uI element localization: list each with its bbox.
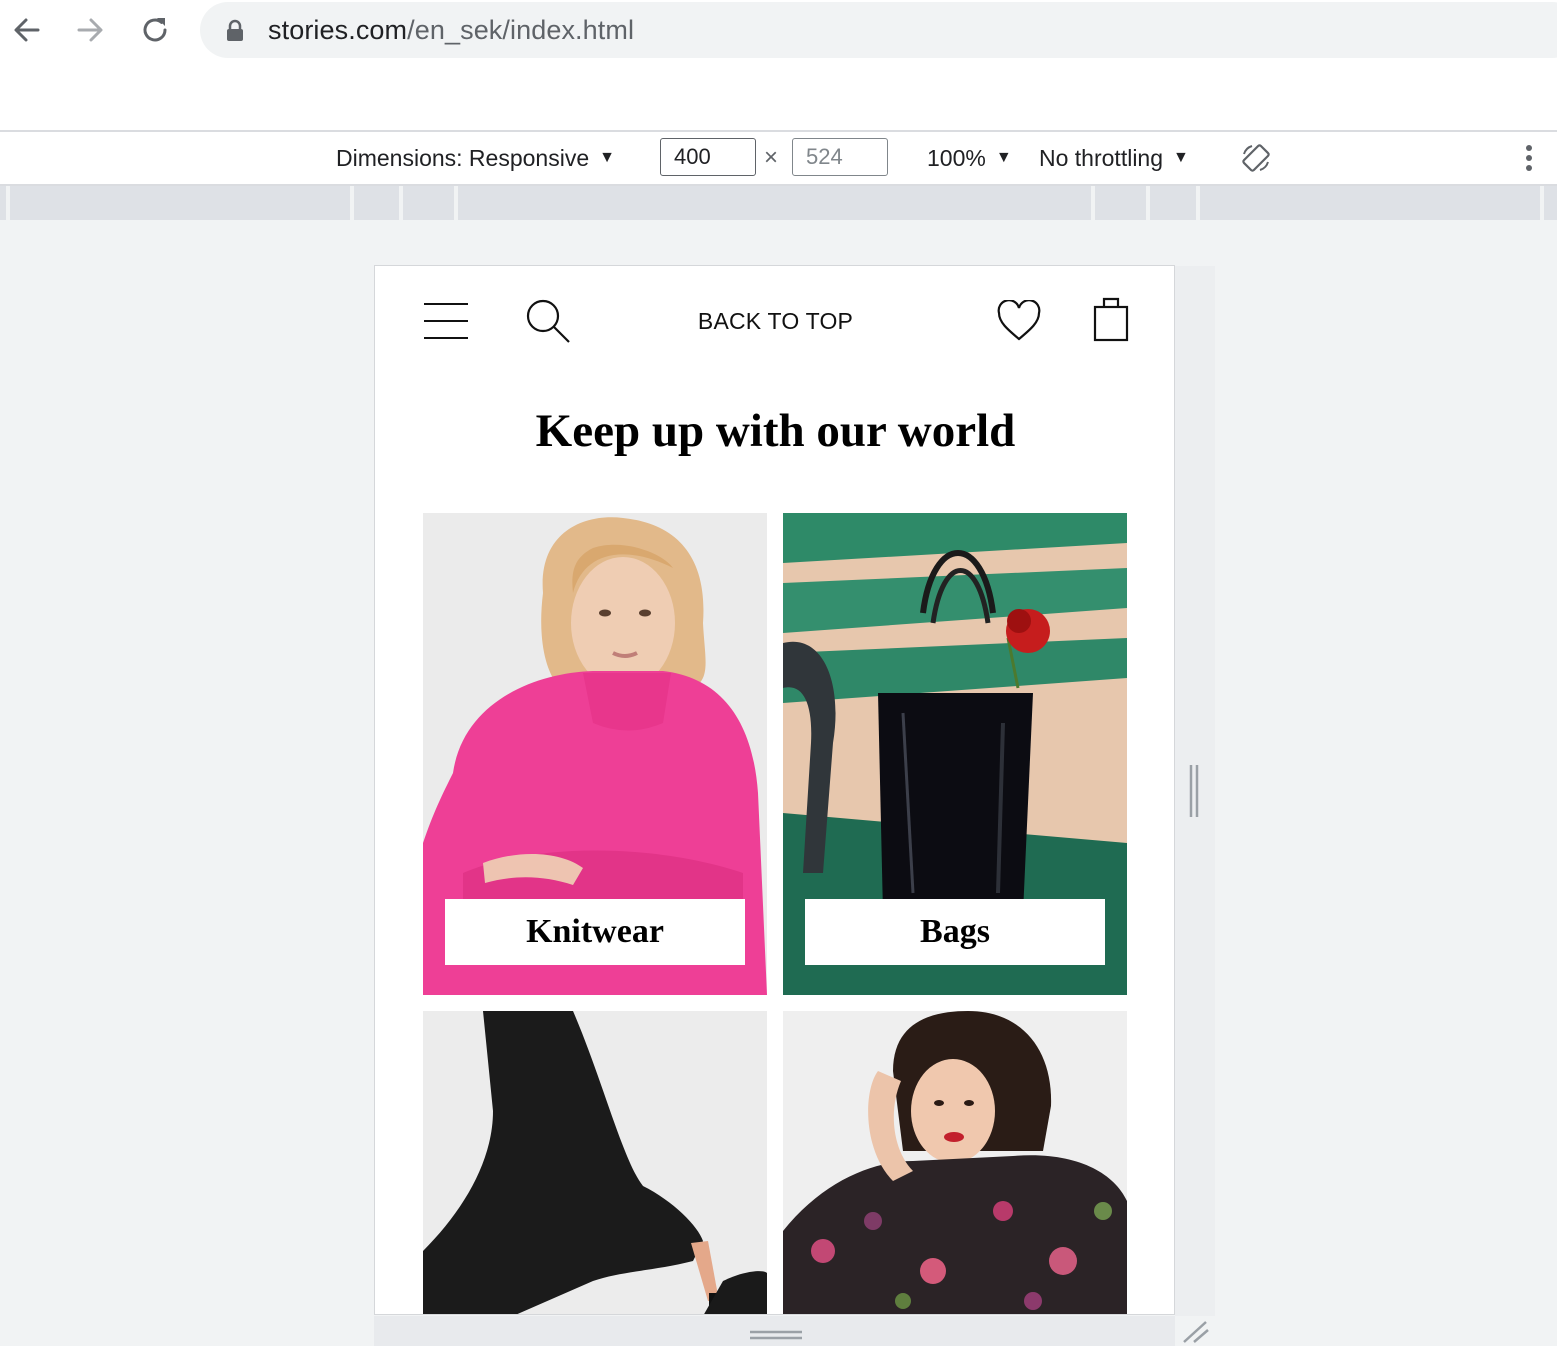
height-input[interactable]: 524 xyxy=(792,138,888,176)
dimensions-dropdown[interactable]: Dimensions: Responsive ▼ xyxy=(336,132,615,184)
reload-icon xyxy=(143,18,167,42)
ruler-divider xyxy=(350,186,354,220)
back-to-top-link[interactable]: BACK TO TOP xyxy=(375,308,1174,335)
wishlist-button[interactable] xyxy=(997,300,1041,342)
category-tile-blouses[interactable] xyxy=(783,1011,1127,1314)
ruler-divider xyxy=(1091,186,1095,220)
ruler-divider xyxy=(6,186,10,220)
category-tile-bags[interactable]: Bags xyxy=(783,513,1127,995)
ruler-divider xyxy=(1196,186,1200,220)
zoom-label: 100% xyxy=(927,144,986,171)
resize-handle-right[interactable] xyxy=(1187,765,1201,817)
address-bar[interactable]: stories.com/en_sek/index.html xyxy=(200,2,1557,58)
throttling-label: No throttling xyxy=(1039,144,1164,171)
chevron-down-icon: ▼ xyxy=(995,149,1012,166)
dimensions-label: Dimensions: Responsive xyxy=(336,144,590,171)
back-arrow-icon xyxy=(14,18,40,42)
rotate-button[interactable] xyxy=(1240,132,1272,184)
more-options-button[interactable] xyxy=(1518,132,1540,184)
category-tile-boots[interactable] xyxy=(423,1011,767,1314)
forward-button[interactable] xyxy=(70,10,110,50)
cart-button[interactable] xyxy=(1093,296,1129,342)
browser-toolbar: stories.com/en_sek/index.html xyxy=(0,0,1557,130)
zoom-dropdown[interactable]: 100% ▼ xyxy=(927,132,1012,184)
section-heading: Keep up with our world xyxy=(535,405,1016,457)
url-text: stories.com/en_sek/index.html xyxy=(268,15,634,46)
back-to-top-label: BACK TO TOP xyxy=(697,308,854,334)
width-input[interactable]: 400 xyxy=(660,138,756,176)
ruler-divider xyxy=(1146,186,1150,220)
ruler-divider xyxy=(399,186,403,220)
rotate-icon xyxy=(1242,144,1270,172)
woman-floral-blouse-image xyxy=(783,1011,1127,1314)
shopping-bag-icon xyxy=(1093,297,1129,342)
resize-handle-bottom[interactable] xyxy=(374,1316,1175,1346)
forward-arrow-icon xyxy=(77,18,103,42)
device-toolbar: Dimensions: Responsive ▼ 400 × 524 100% … xyxy=(0,132,1557,186)
resize-handle-corner[interactable] xyxy=(1180,1320,1210,1344)
tile-label: Bags xyxy=(805,899,1105,965)
grip-icon xyxy=(750,1330,802,1340)
lock-icon xyxy=(227,19,243,41)
category-tile-knitwear[interactable]: Knitwear xyxy=(423,513,767,995)
url-path: /en_sek/index.html xyxy=(407,14,635,45)
ruler-divider xyxy=(454,186,458,220)
times-icon: × xyxy=(764,144,779,171)
black-knee-boot-image xyxy=(423,1011,767,1314)
throttling-dropdown[interactable]: No throttling ▼ xyxy=(1039,132,1189,184)
back-button[interactable] xyxy=(7,10,47,50)
ruler-divider xyxy=(1540,186,1544,220)
chevron-down-icon: ▼ xyxy=(599,149,615,166)
device-viewport: BACK TO TOP Keep up with our world Knitw… xyxy=(374,265,1175,1315)
chevron-down-icon: ▼ xyxy=(1173,149,1189,166)
heart-icon xyxy=(997,300,1041,341)
reload-button[interactable] xyxy=(135,10,175,50)
tile-label: Knitwear xyxy=(445,899,745,965)
site-header: BACK TO TOP xyxy=(375,266,1174,376)
url-host: stories.com xyxy=(268,14,408,45)
media-query-bar[interactable] xyxy=(0,186,1557,220)
more-vert-icon xyxy=(1526,145,1532,171)
